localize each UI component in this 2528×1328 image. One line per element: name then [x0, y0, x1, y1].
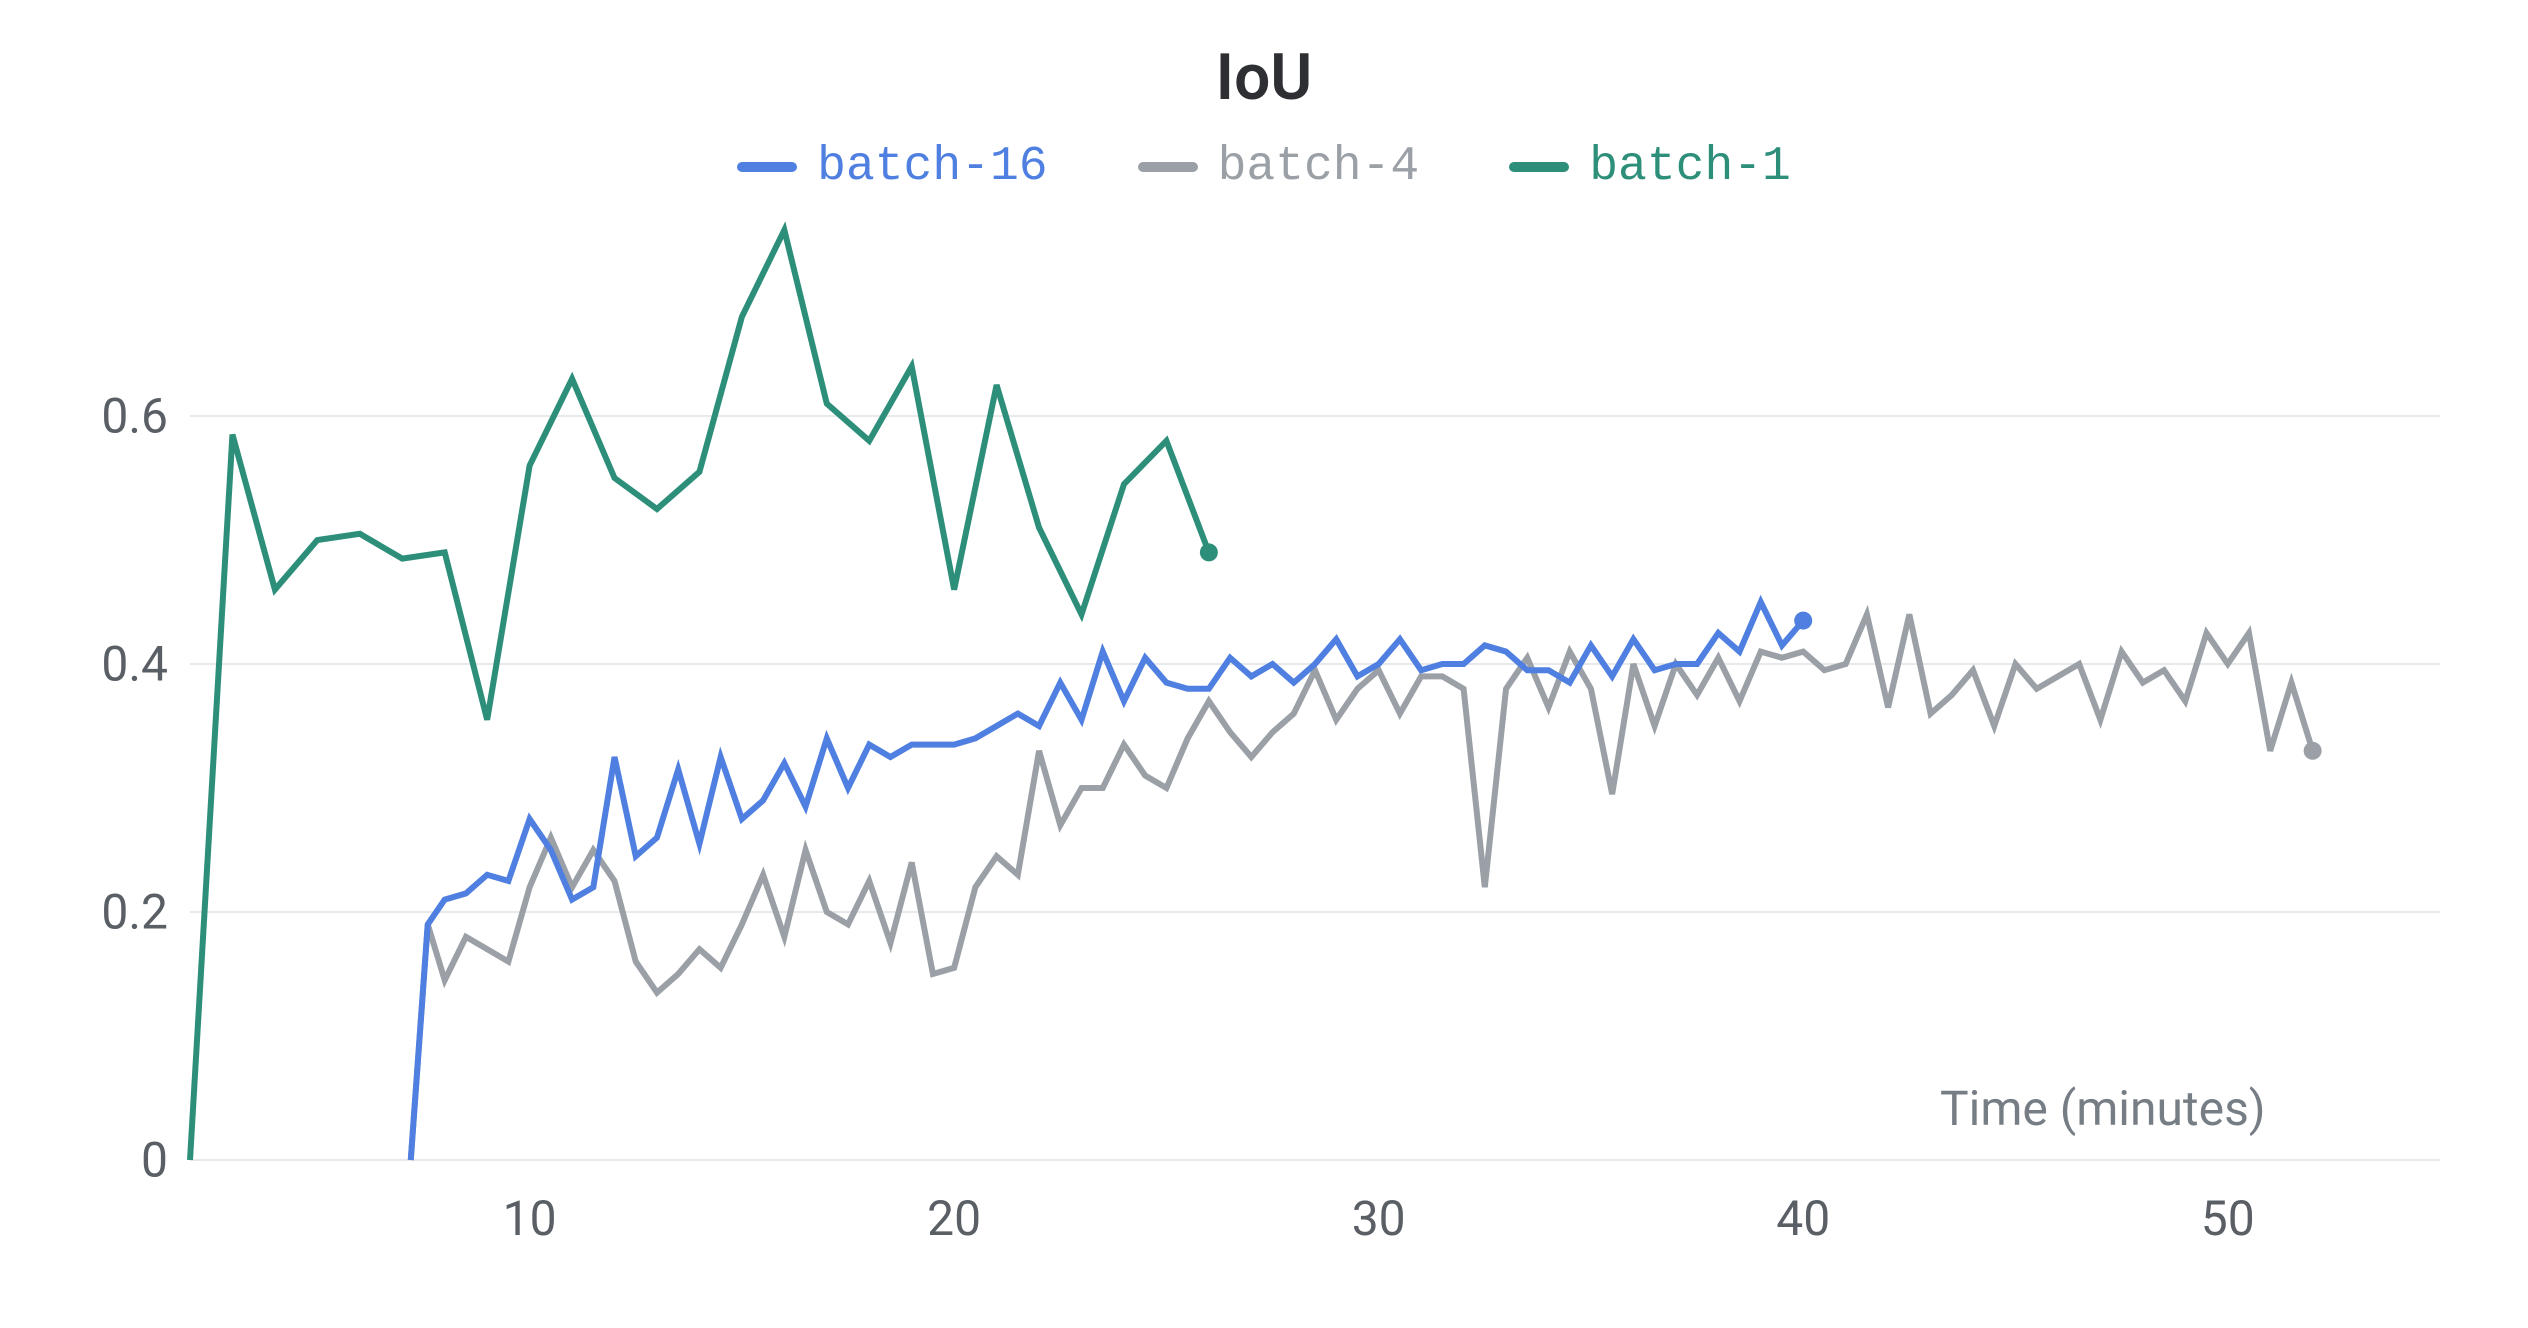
y-tick-label: 0 [18, 1132, 168, 1189]
x-tick-label: 50 [2201, 1190, 2255, 1247]
legend-label: batch-4 [1218, 140, 1420, 194]
x-axis-title: Time (minutes) [1940, 1080, 2266, 1137]
series-end-marker-batch-16 [1794, 612, 1812, 630]
x-tick-label: 10 [503, 1190, 557, 1247]
legend-label: batch-1 [1589, 140, 1791, 194]
y-tick-label: 0.6 [18, 388, 168, 445]
x-tick-label: 20 [927, 1190, 981, 1247]
y-tick-label: 0.2 [18, 884, 168, 941]
plot-area [190, 230, 2440, 1160]
legend-swatch-icon [737, 162, 797, 172]
x-tick-label: 40 [1776, 1190, 1830, 1247]
series-end-marker-batch-4 [2304, 742, 2322, 760]
chart-title: IoU [0, 40, 2528, 115]
legend-swatch-icon [1138, 162, 1198, 172]
series-end-marker-batch-1 [1200, 543, 1218, 561]
chart-container: IoU batch-16 batch-4 batch-1 0 0.2 0.4 0… [0, 0, 2528, 1328]
legend-item-batch-16[interactable]: batch-16 [737, 140, 1047, 194]
legend-label: batch-16 [817, 140, 1047, 194]
series-line-batch-16 [411, 602, 1803, 1160]
legend-item-batch-1[interactable]: batch-1 [1509, 140, 1791, 194]
legend-swatch-icon [1509, 162, 1569, 172]
plot-svg [190, 230, 2440, 1160]
series-line-batch-4 [411, 614, 2313, 1160]
legend: batch-16 batch-4 batch-1 [0, 140, 2528, 194]
y-tick-label: 0.4 [18, 636, 168, 693]
x-tick-label: 30 [1352, 1190, 1406, 1247]
legend-item-batch-4[interactable]: batch-4 [1138, 140, 1420, 194]
